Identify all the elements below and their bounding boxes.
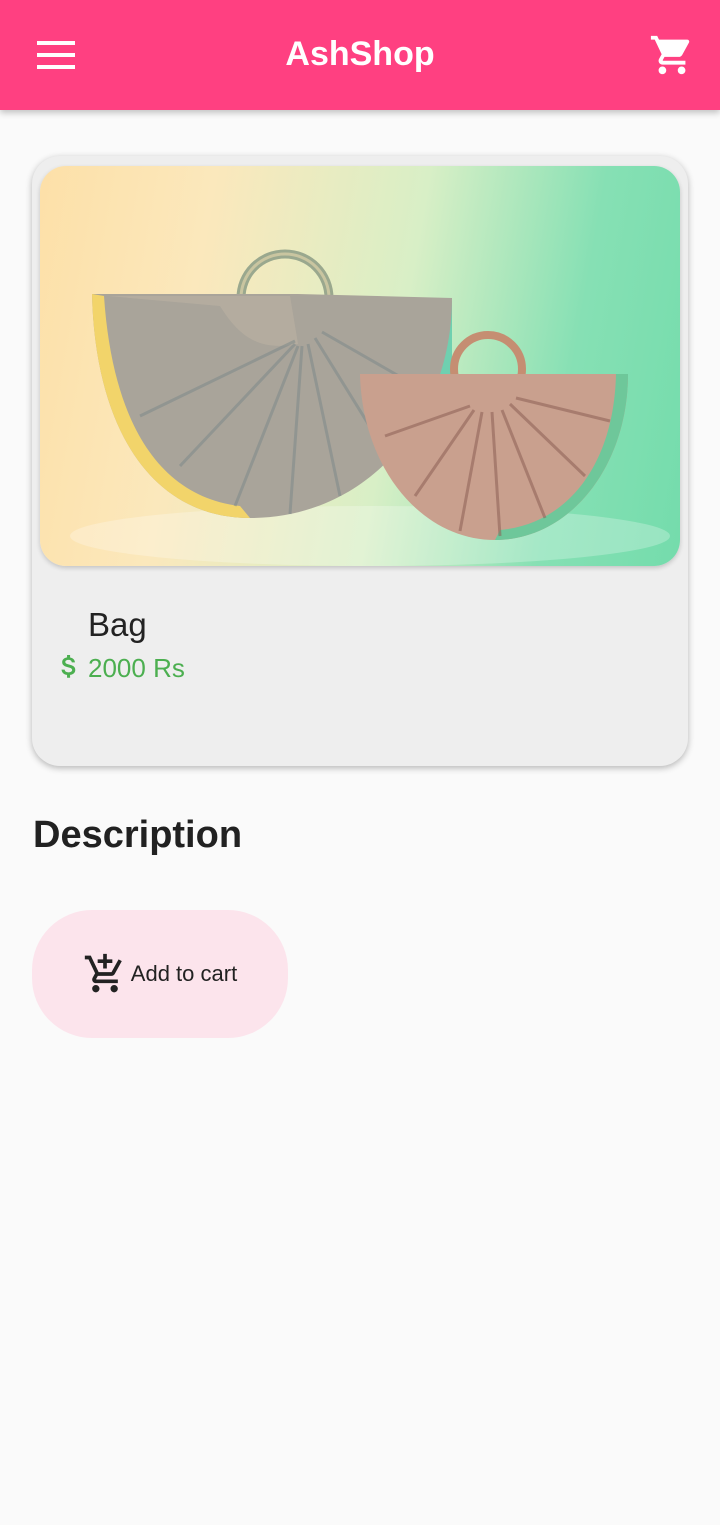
add-shopping-cart-icon — [83, 952, 127, 996]
shopping-cart-icon — [650, 35, 690, 75]
description-heading: Description — [33, 814, 243, 856]
dollar-icon — [54, 651, 84, 685]
price-row: 2000 Rs — [54, 648, 185, 688]
product-name: Bag — [88, 606, 147, 643]
add-to-cart-label: Add to cart — [130, 961, 238, 986]
app-title: AshShop — [285, 35, 435, 73]
product-image — [40, 166, 680, 566]
handbags-illustration — [70, 249, 670, 566]
cart-button[interactable] — [646, 29, 698, 81]
add-to-cart-button[interactable]: Add to cart — [32, 910, 288, 1038]
product-price: 2000 Rs — [88, 652, 185, 683]
product-card[interactable]: Bag 2000 Rs — [32, 156, 688, 766]
app-bar: AshShop — [0, 0, 720, 110]
